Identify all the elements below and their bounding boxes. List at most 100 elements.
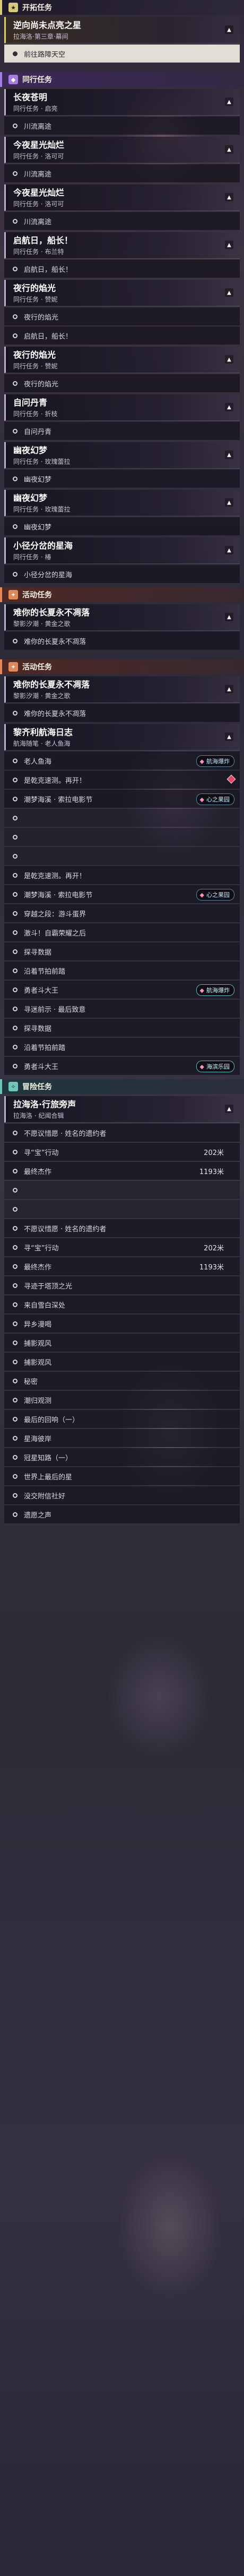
objective-item[interactable] — [4, 847, 240, 865]
map-badge[interactable]: ◆ 心之果园 — [196, 889, 234, 901]
objective-label: 幽夜幻梦 — [24, 523, 52, 532]
quest-item[interactable]: 难你的长夏永不凋落 黎影汐潮 · 黄金之歌 ▲ — [4, 604, 240, 631]
chevron-up-icon[interactable]: ▲ — [225, 1105, 233, 1113]
objective-item[interactable]: 小径分岔的星海 — [4, 565, 240, 583]
objective-item[interactable] — [4, 809, 240, 827]
objective-item[interactable]: 寻“宝”行动 202米 — [4, 1143, 240, 1161]
objective-item[interactable]: 秘密 — [4, 1372, 240, 1390]
quest-item[interactable]: 幽夜幻梦 同行任务 · 玫瑰蕾拉 ▲ — [4, 442, 240, 469]
objective-item[interactable]: 是乾克速测。再开！ — [4, 866, 240, 884]
objective-label: 寻迷前示 · 最后致意 — [24, 1005, 86, 1014]
objective-item[interactable]: 穿越之段：游斗蛋界 — [4, 904, 240, 922]
objective-item[interactable]: 捕影观风 — [4, 1334, 240, 1352]
quest-item[interactable]: 长夜苍明 同行任务 · 启亮 ▲ — [4, 89, 240, 116]
objective-item[interactable] — [4, 1200, 240, 1218]
objective-item[interactable]: 启航日，船长！ — [4, 260, 240, 278]
objective-label: 难你的长夏永不凋落 — [24, 638, 86, 646]
objective-item[interactable]: 川流离途 — [4, 117, 240, 135]
quest-item[interactable]: 自问丹青 同行任务 · 折枝 ▲ — [4, 394, 240, 421]
objective-item[interactable]: 异乡漫喝 — [4, 1315, 240, 1333]
chevron-up-icon[interactable]: ▲ — [225, 355, 233, 364]
objective-item[interactable]: 夜行的焰光 — [4, 307, 240, 325]
objective-item[interactable]: 潮归观测 — [4, 1391, 240, 1409]
quest-item[interactable]: 启航日，船长！ 同行任务 · 布兰特 ▲ — [4, 232, 240, 259]
section-companion[interactable]: ◆ 同行任务 — [0, 72, 244, 87]
objective-item[interactable]: 最终杰作 1193米 — [4, 1257, 240, 1275]
objective-item[interactable]: 探寻数据 — [4, 1019, 240, 1037]
quest-subtitle: 拉海洛 · 纪闻合辑 — [13, 1112, 64, 1119]
section-adventure[interactable]: ✧ 冒险任务 — [0, 1079, 244, 1094]
objective-item[interactable]: 激斗！自霸荣耀之后 — [4, 923, 240, 941]
objective-item[interactable]: 难你的长夏永不凋落 — [4, 704, 240, 722]
objective-item[interactable] — [4, 828, 240, 846]
objective-item[interactable]: 沿着节拍前踏 — [4, 1038, 240, 1056]
objective-item[interactable]: 自问丹青 — [4, 422, 240, 440]
objective-item[interactable]: 捕影观风 — [4, 1353, 240, 1371]
objective-label: 幽夜幻梦 — [24, 475, 52, 484]
objective-item[interactable]: 勇者斗大王 ◆ 航海爆炸 — [4, 981, 240, 999]
objective-item[interactable]: 幽夜幻梦 — [4, 517, 240, 535]
objective-item[interactable]: 星海彼岸 — [4, 1429, 240, 1447]
objective-item[interactable]: 遗愿之声 — [4, 1505, 240, 1523]
chevron-up-icon[interactable]: ▲ — [225, 241, 233, 249]
map-badge[interactable]: ◆ 航海爆炸 — [196, 984, 234, 996]
objective-item[interactable]: 川流离途 — [4, 164, 240, 182]
objective-item[interactable]: 没交附信社好 — [4, 1486, 240, 1504]
objective-item[interactable]: 夜行的焰光 — [4, 374, 240, 392]
quest-item[interactable]: 黎齐利航海日志 航海随笔 · 老人鱼海 ▲ — [4, 724, 240, 751]
quest-item[interactable]: 难你的长夏永不凋落 黎影汐潮 · 黄金之歌 ▲ — [4, 676, 240, 703]
map-badge[interactable]: ◆ 海滨乐园 — [196, 1061, 234, 1072]
quest-item[interactable]: 幽夜幻梦 同行任务 · 玫瑰蕾拉 ▲ — [4, 490, 240, 516]
chevron-up-icon[interactable]: ▲ — [225, 733, 233, 741]
chevron-up-icon[interactable]: ▲ — [225, 193, 233, 201]
objective-item[interactable]: 是乾克速测。再开！ — [4, 771, 240, 789]
section-event[interactable]: ✦ 活动任务 — [0, 659, 244, 674]
objective-item[interactable]: 冠星知路（一） — [4, 1448, 240, 1466]
quest-item[interactable]: 拉海洛·行旅旁声 拉海洛 · 纪闻合辑 ▲ — [4, 1096, 240, 1123]
quest-item[interactable]: 夜行的焰光 同行任务 · 赞妮 ▲ — [4, 280, 240, 306]
objective-item[interactable]: 川流离途 — [4, 212, 240, 230]
objective-item[interactable]: 潮梦海溪 · 索拉电影节 ◆ 心之果园 — [4, 790, 240, 808]
quest-subtitle: 黎影汐潮 · 黄金之歌 — [13, 620, 71, 628]
objective-item[interactable]: 寻迹于塔顶之光 — [4, 1276, 240, 1294]
objective-item[interactable]: 沿着节拍前踏 — [4, 961, 240, 980]
section-event[interactable]: ✦ 活动任务 — [0, 587, 244, 602]
target-icon — [13, 1397, 18, 1402]
chevron-up-icon[interactable]: ▲ — [225, 546, 233, 554]
objective-item[interactable]: 前往路障天空 — [4, 45, 240, 63]
objective-item[interactable]: 探寻数据 — [4, 942, 240, 960]
objective-item[interactable]: 启航日，船长！ — [4, 327, 240, 345]
chevron-up-icon[interactable]: ▲ — [225, 25, 233, 34]
objective-item[interactable]: 来自雪白深处 — [4, 1295, 240, 1313]
objective-item[interactable]: 不愿议惜愿 · 姓名的遗约者 — [4, 1219, 240, 1237]
quest-item[interactable]: 小径分岔的星海 同行任务 · 椿 ▲ — [4, 537, 240, 564]
objective-item[interactable]: 难你的长夏永不凋落 — [4, 632, 240, 650]
chevron-up-icon[interactable]: ▲ — [225, 145, 233, 154]
objective-item[interactable]: 潮梦海溪 · 索拉电影节 ◆ 心之果园 — [4, 885, 240, 903]
quest-item[interactable]: 今夜星光灿烂 同行任务 · 洛可可 ▲ — [4, 184, 240, 211]
objective-item[interactable]: 幽夜幻梦 — [4, 470, 240, 488]
objective-item[interactable] — [4, 1181, 240, 1199]
quest-item[interactable]: 今夜星光灿烂 同行任务 · 洛可可 ▲ — [4, 137, 240, 163]
chevron-up-icon[interactable]: ▲ — [225, 685, 233, 693]
chevron-up-icon[interactable]: ▲ — [225, 498, 233, 507]
chevron-up-icon[interactable]: ▲ — [225, 451, 233, 459]
chevron-up-icon[interactable]: ▲ — [225, 288, 233, 297]
quest-title: 自问丹青 — [13, 398, 48, 408]
objective-item[interactable]: 寻迷前示 · 最后致意 — [4, 1000, 240, 1018]
map-badge[interactable]: ◆ 航海爆炸 — [196, 755, 234, 767]
chevron-up-icon[interactable]: ▲ — [225, 98, 233, 106]
quest-item[interactable]: 逆向尚未点亮之星 拉海洛·第三章·幕间 ▲ — [4, 17, 240, 43]
objective-item[interactable]: 最终杰作 1193米 — [4, 1162, 240, 1180]
chevron-up-icon[interactable]: ▲ — [225, 613, 233, 621]
chevron-up-icon[interactable]: ▲ — [225, 403, 233, 411]
objective-item[interactable]: 老人鱼海 ◆ 航海爆炸 — [4, 752, 240, 770]
section-trailblaze[interactable]: ★ 开拓任务 — [0, 0, 244, 15]
objective-item[interactable]: 最后的回响（一） — [4, 1410, 240, 1428]
objective-item[interactable]: 勇者斗大王 ◆ 海滨乐园 — [4, 1057, 240, 1075]
objective-item[interactable]: 寻“宝”行动 202米 — [4, 1238, 240, 1256]
map-badge[interactable]: ◆ 心之果园 — [196, 793, 234, 805]
objective-item[interactable]: 世界上最后的星 — [4, 1467, 240, 1485]
quest-item[interactable]: 夜行的焰光 同行任务 · 赞妮 ▲ — [4, 347, 240, 373]
objective-item[interactable]: 不愿议惜愿 · 姓名的遗约者 — [4, 1124, 240, 1142]
